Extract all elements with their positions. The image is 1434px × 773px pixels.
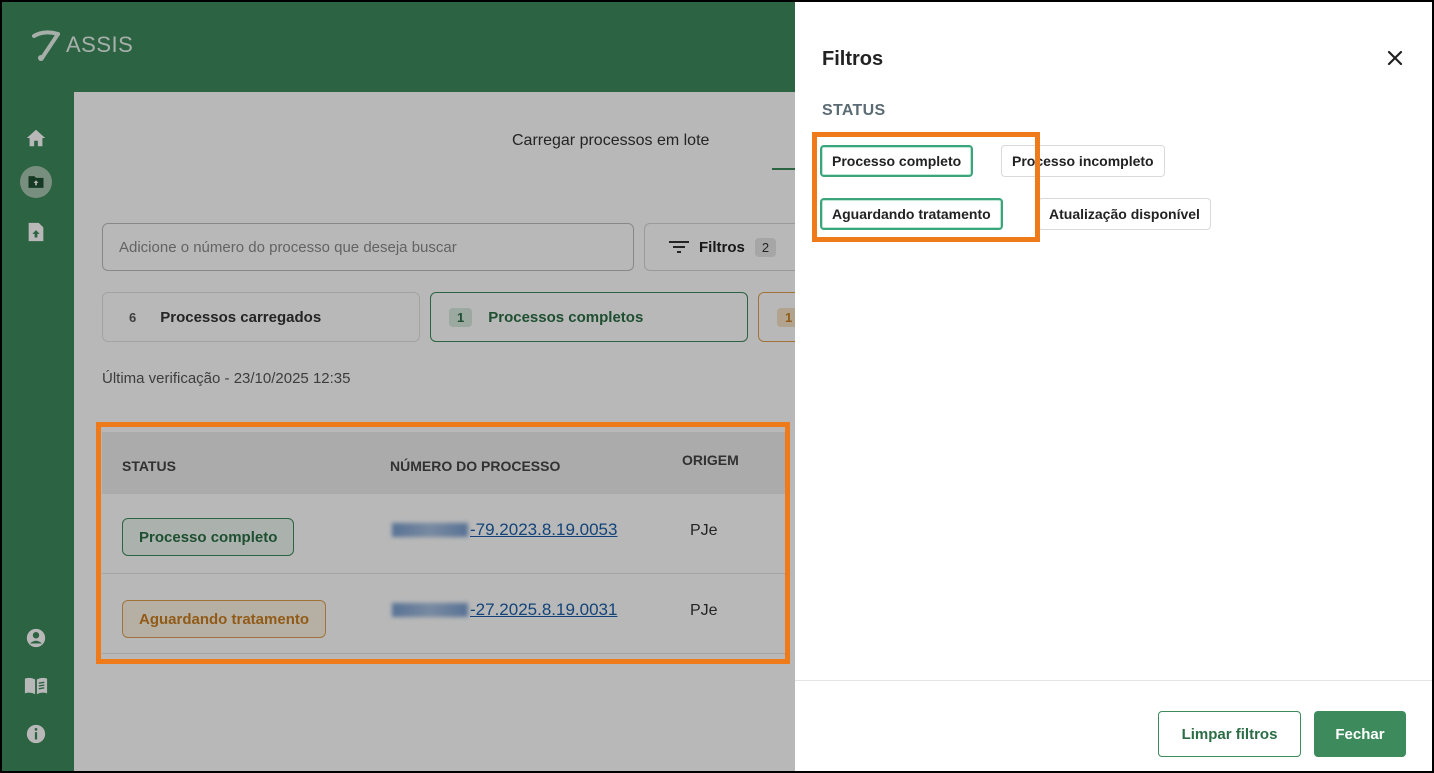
status-section-label: STATUS <box>822 102 886 119</box>
filter-chip-atualizacao-disponivel[interactable]: Atualização disponível <box>1038 198 1211 230</box>
drawer-footer-divider <box>795 680 1432 681</box>
close-icon[interactable] <box>1383 46 1407 70</box>
drawer-title: Filtros <box>822 48 884 70</box>
screen: ASSIS Carregar processos em lote Adicion… <box>0 0 1434 773</box>
filters-drawer: Filtros STATUS Processo completo Process… <box>795 2 1432 771</box>
highlight-table-box <box>96 422 790 664</box>
clear-filters-button[interactable]: Limpar filtros <box>1158 711 1301 757</box>
highlight-filters-box <box>812 132 1040 242</box>
close-drawer-button[interactable]: Fechar <box>1314 711 1406 757</box>
